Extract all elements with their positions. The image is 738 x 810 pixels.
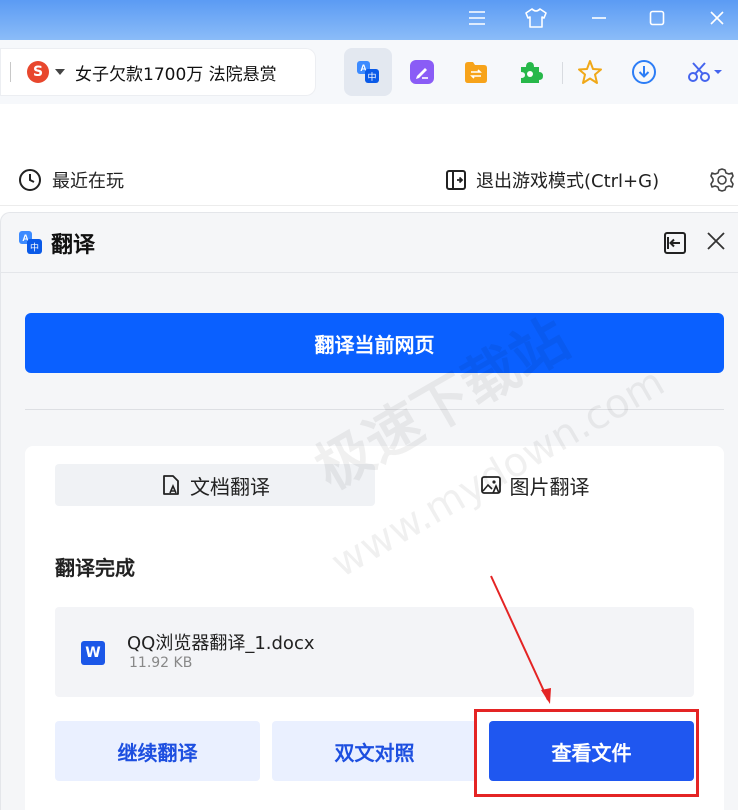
- menu-icon[interactable]: [462, 4, 492, 32]
- sogou-search-icon[interactable]: S: [27, 61, 49, 83]
- page-blank-area: [0, 104, 738, 156]
- file-convert-tool-button[interactable]: [452, 48, 500, 96]
- download-icon: [632, 60, 656, 84]
- recent-played-button[interactable]: 最近在玩: [18, 167, 124, 193]
- annotation-highlight-box: [474, 709, 699, 797]
- screenshot-button[interactable]: [678, 48, 734, 96]
- exit-game-mode-label: 退出游戏模式(Ctrl+G): [476, 171, 660, 192]
- exit-icon: [446, 170, 466, 190]
- window-close-icon[interactable]: [702, 4, 732, 32]
- tab-document-translate[interactable]: 文档翻译: [55, 464, 375, 506]
- translate-current-page-button[interactable]: 翻译当前网页: [25, 313, 724, 373]
- notes-tool-button[interactable]: [398, 48, 446, 96]
- clock-icon: [19, 169, 41, 191]
- image-icon: [480, 476, 501, 494]
- tab-image-translate[interactable]: 图片翻译: [375, 464, 694, 506]
- skin-icon[interactable]: [521, 4, 551, 32]
- svg-text:中: 中: [367, 71, 376, 83]
- exit-game-mode-button[interactable]: 退出游戏模式(Ctrl+G): [444, 167, 659, 193]
- address-bar[interactable]: S 女子欠款1700万 法院悬赏: [0, 48, 316, 96]
- panel-close-icon[interactable]: [705, 230, 727, 256]
- scissors-icon: [688, 62, 722, 82]
- file-size: 11.92 KB: [129, 655, 193, 671]
- file-name: QQ浏览器翻译_1.docx: [127, 633, 315, 654]
- minimize-icon[interactable]: [584, 4, 614, 32]
- panel-divider: [25, 409, 724, 410]
- address-separator: [10, 62, 11, 82]
- translate-logo-icon: A 中: [18, 230, 44, 260]
- bilingual-compare-button[interactable]: 双文对照: [272, 721, 477, 781]
- folder-convert-icon: [465, 62, 487, 83]
- tab-document-label: 文档翻译: [190, 474, 270, 499]
- toolbar-divider: [562, 62, 563, 84]
- extensions-tool-button[interactable]: [506, 48, 554, 96]
- recent-played-label: 最近在玩: [52, 171, 124, 192]
- puzzle-icon: [521, 62, 543, 83]
- svg-text:中: 中: [30, 242, 39, 254]
- address-text[interactable]: 女子欠款1700万 法院悬赏: [75, 60, 277, 85]
- maximize-icon[interactable]: [642, 4, 672, 32]
- chevron-down-icon[interactable]: [55, 69, 65, 75]
- document-icon: [163, 475, 179, 495]
- star-icon: [578, 60, 602, 84]
- dock-panel-icon[interactable]: [663, 231, 687, 259]
- window-title-bar: [0, 0, 738, 40]
- gear-icon[interactable]: [708, 166, 736, 194]
- translated-file-item[interactable]: W QQ浏览器翻译_1.docx 11.92 KB: [55, 607, 694, 697]
- continue-translate-button[interactable]: 继续翻译: [55, 721, 260, 781]
- status-title: 翻译完成: [55, 556, 135, 580]
- translate-mode-tabs: 文档翻译 图片翻译: [55, 464, 694, 506]
- game-mode-bar: 最近在玩 退出游戏模式(Ctrl+G): [0, 156, 738, 206]
- pen-icon: [410, 60, 434, 84]
- browser-toolbar: S 女子欠款1700万 法院悬赏 A 中: [0, 40, 738, 104]
- tab-image-label: 图片翻译: [509, 474, 590, 499]
- word-document-icon: W: [81, 641, 105, 665]
- panel-title: 翻译: [51, 233, 96, 258]
- favorites-button[interactable]: [566, 48, 614, 96]
- downloads-button[interactable]: [620, 48, 668, 96]
- translate-tool-button[interactable]: A 中: [344, 48, 392, 96]
- panel-header: A 中 翻译: [1, 213, 738, 273]
- translate-icon: A 中: [357, 61, 379, 83]
